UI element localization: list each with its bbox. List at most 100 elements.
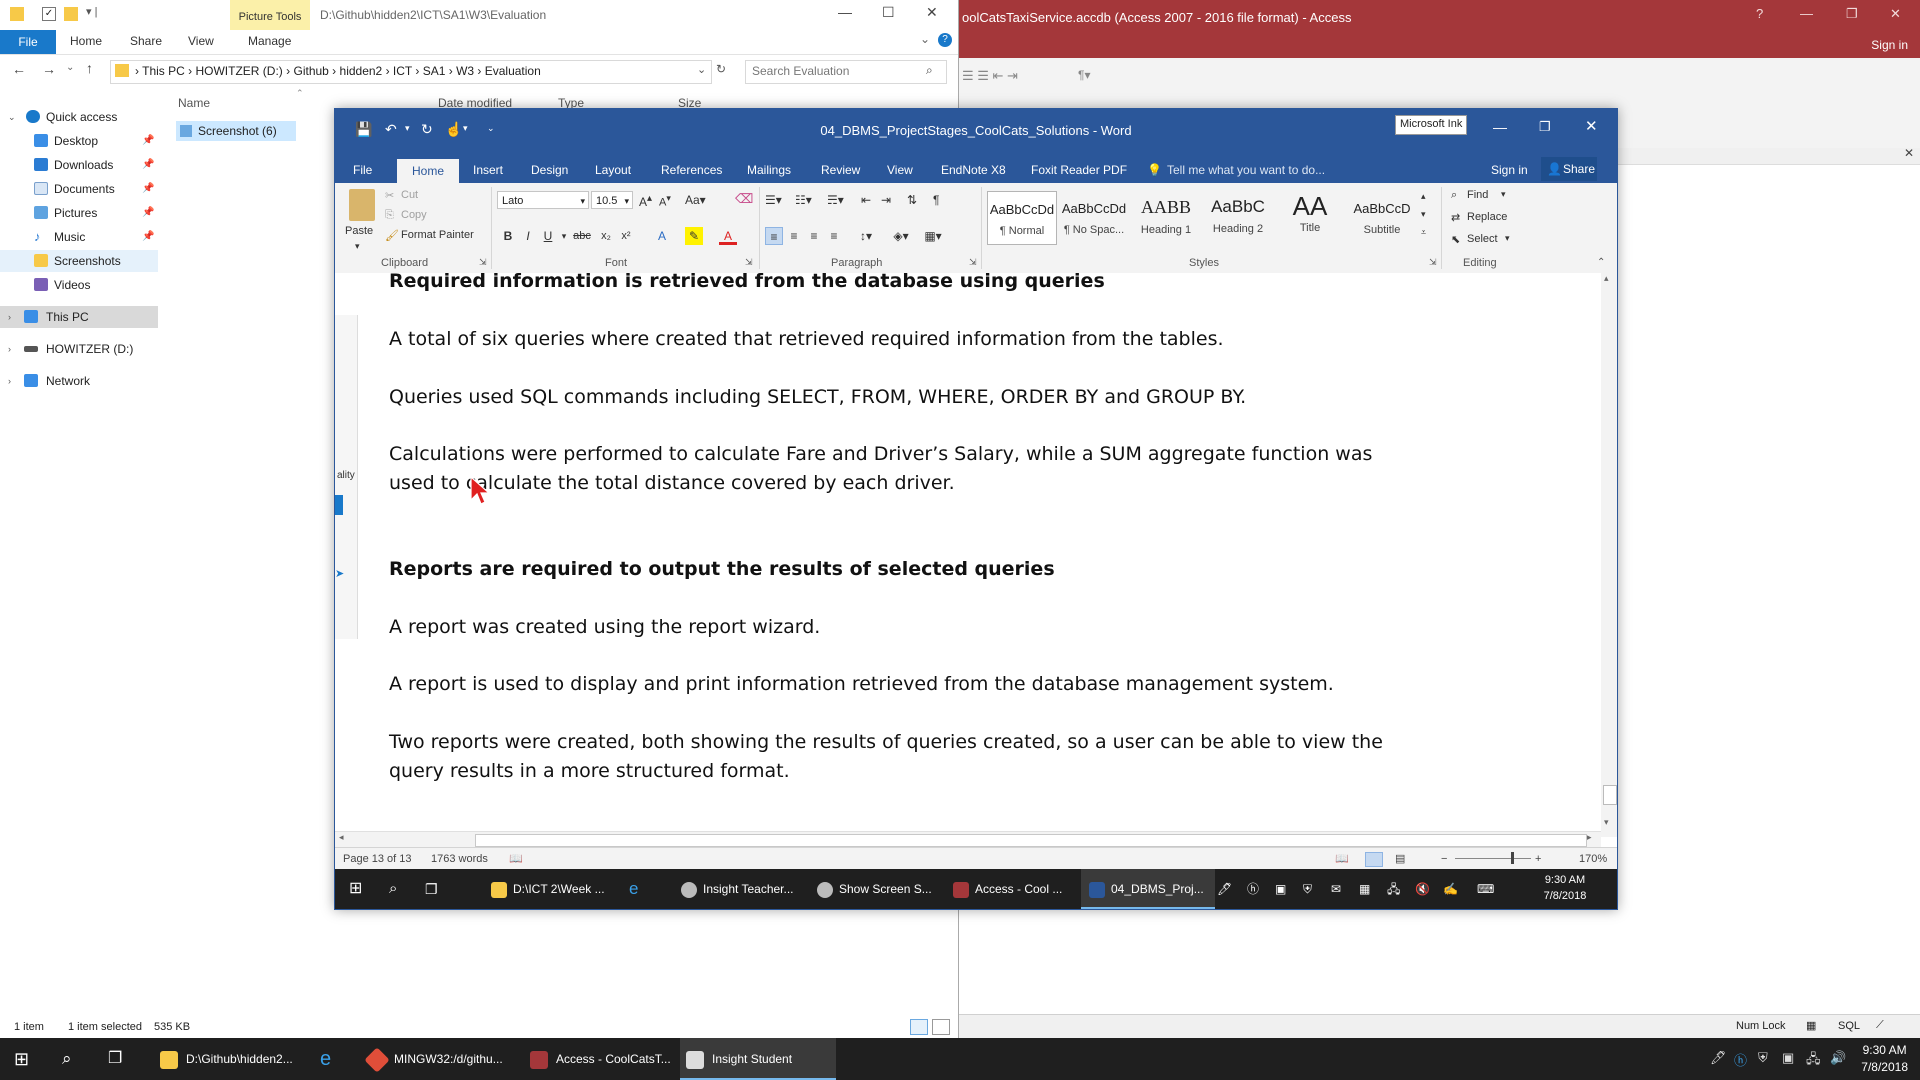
tab-file[interactable]: File [353, 163, 372, 177]
breadcrumb-item[interactable]: Evaluation [485, 64, 541, 78]
tab-mailings[interactable]: Mailings [747, 163, 791, 177]
volume-muted-icon[interactable]: 🔇 [1415, 869, 1430, 909]
remote-task-insight-teacher[interactable]: Insight Teacher... [673, 869, 815, 909]
paragraph-launcher-icon[interactable]: ⇲ [969, 257, 977, 268]
styles-more-icon[interactable]: ⩡ [1421, 227, 1426, 238]
highlight-icon[interactable]: ✎ [685, 227, 703, 245]
search-icon[interactable]: ⌕ [62, 1038, 72, 1080]
word-count[interactable]: 1763 words [431, 848, 488, 870]
task-access[interactable]: Access - CoolCatsT... [524, 1038, 676, 1080]
replace-button[interactable]: Replace [1467, 211, 1507, 223]
hp-icon[interactable]: ⓗ [1247, 869, 1259, 909]
search-icon[interactable]: ⌕ [926, 63, 933, 78]
zoom-slider-thumb[interactable] [1511, 852, 1514, 864]
tab-manage[interactable]: Manage [248, 34, 291, 48]
nav-this-pc[interactable]: › This PC [0, 306, 158, 328]
volume-icon[interactable]: 🔊 [1830, 1050, 1846, 1066]
bold-icon[interactable]: B [499, 227, 517, 245]
clear-formatting-icon[interactable]: ⌫ [735, 191, 753, 207]
tab-review[interactable]: Review [821, 163, 860, 177]
system-clock[interactable]: 9:30 AM 7/8/2018 [1861, 1042, 1908, 1076]
bullets-icon[interactable]: ☰▾ [765, 193, 782, 207]
font-size-select[interactable]: 10.5 ▾ [591, 191, 633, 209]
copy-button[interactable]: Copy [401, 209, 427, 221]
tab-endnote[interactable]: EndNote X8 [941, 163, 1006, 177]
breadcrumb-item[interactable]: W3 [456, 64, 474, 78]
task-explorer[interactable]: D:\Github\hidden2... [154, 1038, 304, 1080]
up-arrow-icon[interactable]: ↑ [86, 60, 93, 76]
tab-insert[interactable]: Insert [473, 163, 503, 177]
tab-share[interactable]: Share [130, 34, 162, 48]
sort-icon[interactable]: ⇅ [907, 193, 917, 207]
nav-music[interactable]: ♪ Music 📌 [0, 226, 158, 248]
proofing-icon[interactable]: 📖 [509, 848, 523, 870]
details-view-icon[interactable] [910, 1019, 928, 1035]
horizontal-scrollbar[interactable]: ◂ ▸ [335, 831, 1601, 848]
italic-icon[interactable]: I [519, 227, 537, 245]
font-name-select[interactable]: Lato ▾ [497, 191, 589, 209]
style-title[interactable]: AA Title [1275, 191, 1345, 245]
expanded-chevron-icon[interactable]: ⌄ [8, 106, 16, 128]
expand-ribbon-icon[interactable]: ⌄ [920, 32, 930, 46]
minimize-icon[interactable]: — [1493, 119, 1507, 135]
hscroll-thumb[interactable] [475, 834, 1587, 847]
minimize-icon[interactable]: — [838, 4, 852, 20]
align-center-icon[interactable]: ≡ [785, 227, 803, 245]
paste-icon[interactable] [349, 189, 375, 221]
file-row[interactable]: Screenshot (6) [176, 121, 296, 141]
breadcrumb-item[interactable]: ICT [393, 64, 412, 78]
task-view-icon[interactable]: ❐ [425, 869, 438, 909]
underline-dropdown-icon[interactable]: ▾ [555, 227, 573, 245]
superscript-icon[interactable]: x² [617, 227, 635, 245]
access-sign-in[interactable]: Sign in [1871, 38, 1908, 52]
tray-app-icon[interactable]: ▣ [1275, 869, 1286, 909]
find-button[interactable]: Find [1467, 189, 1488, 201]
quick-access-toolbar-chevron-icon[interactable]: ▾ | [86, 5, 97, 18]
select-button[interactable]: Select [1467, 233, 1498, 245]
change-case-icon[interactable]: Aa▾ [685, 193, 706, 207]
style-heading-1[interactable]: AABB Heading 1 [1131, 191, 1201, 245]
share-button[interactable]: 👤 Share [1541, 157, 1597, 181]
start-icon[interactable]: ⊞ [349, 869, 362, 909]
find-dropdown-icon[interactable]: ▾ [1501, 189, 1506, 200]
search-input[interactable]: Search Evaluation ⌕ [745, 60, 947, 84]
network-icon[interactable]: 🖧 [1806, 1050, 1821, 1072]
tab-home[interactable]: Home [397, 159, 459, 183]
edge-icon[interactable]: e [320, 1038, 331, 1080]
recent-locations-icon[interactable]: ⌄ [66, 62, 74, 73]
search-icon[interactable]: ⌕ [389, 869, 397, 909]
remote-clock[interactable]: 9:30 AM 7/8/2018 [1525, 872, 1605, 904]
document-area[interactable]: ality ➤ Required information is retrieve… [335, 273, 1617, 837]
tab-view[interactable]: View [887, 163, 913, 177]
shading-icon[interactable]: ◈▾ [887, 227, 915, 245]
maximize-icon[interactable]: ☐ [882, 4, 895, 21]
pen-icon[interactable]: 🖊 [1710, 1050, 1727, 1066]
refresh-icon[interactable]: ↻ [716, 62, 726, 76]
grow-font-icon[interactable]: A▴ [639, 193, 652, 209]
close-icon[interactable]: ✕ [1890, 6, 1901, 22]
breadcrumb-item[interactable]: HOWITZER (D:) [195, 64, 282, 78]
security-shield-icon[interactable]: ⛨ [1303, 869, 1312, 909]
style-no-spacing[interactable]: AaBbCcDd ¶ No Spac... [1059, 191, 1129, 245]
zoom-level[interactable]: 170% [1579, 848, 1607, 870]
justify-icon[interactable]: ≡ [825, 227, 843, 245]
tab-file[interactable]: File [0, 30, 56, 54]
web-layout-icon[interactable]: ▤ [1395, 848, 1405, 870]
remote-task-access[interactable]: Access - Cool ... [945, 869, 1087, 909]
collapsed-chevron-icon[interactable]: › [8, 306, 11, 328]
security-shield-icon[interactable]: ⛨ [1758, 1050, 1768, 1066]
collapsed-chevron-icon[interactable]: › [8, 338, 11, 360]
clipboard-launcher-icon[interactable]: ⇲ [479, 257, 487, 268]
nav-videos[interactable]: Videos [0, 274, 158, 296]
datasheet-view-icon[interactable]: ▦ [1806, 1019, 1816, 1032]
task-insight-student[interactable]: Insight Student [680, 1038, 836, 1080]
ink-workspace-icon[interactable]: ✍ [1443, 869, 1458, 909]
breadcrumb-item[interactable]: Github [293, 64, 328, 78]
tab-view[interactable]: View [188, 34, 214, 48]
access-close-doc-icon[interactable]: ✕ [1904, 146, 1914, 160]
find-icon[interactable]: ⌕ [1451, 189, 1457, 202]
task-view-icon[interactable]: ❐ [108, 1038, 122, 1080]
styles-scroll-up-icon[interactable]: ▴ [1421, 191, 1426, 202]
remote-task-show-screen[interactable]: Show Screen S... [809, 869, 951, 909]
page-indicator[interactable]: Page 13 of 13 [343, 848, 412, 870]
